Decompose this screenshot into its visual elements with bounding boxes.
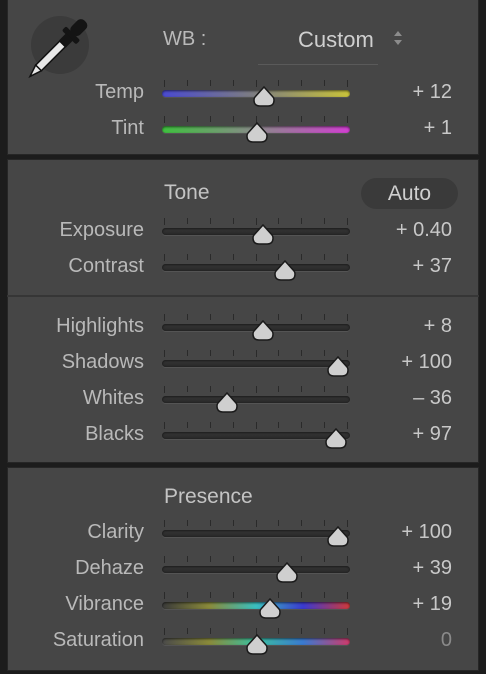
contrast-value[interactable]: + 37 xyxy=(342,255,452,278)
contrast-slider[interactable] xyxy=(162,254,350,281)
whites-value[interactable]: – 36 xyxy=(342,387,452,410)
wb-select-underline xyxy=(258,64,378,65)
whites-track xyxy=(162,396,350,403)
blacks-slider[interactable] xyxy=(162,422,350,449)
blacks-label: Blacks xyxy=(85,423,144,445)
contrast-track xyxy=(162,264,350,271)
highlights-slider-thumb[interactable] xyxy=(251,319,274,341)
exposure-value[interactable]: + 0.40 xyxy=(342,219,452,242)
dehaze-slider-thumb[interactable] xyxy=(276,561,298,583)
vibrance-ticks xyxy=(164,592,348,599)
auto-tone-button[interactable]: Auto xyxy=(361,178,458,209)
temp-slider[interactable] xyxy=(162,80,350,107)
blacks-track xyxy=(162,432,350,439)
dehaze-track xyxy=(162,566,350,573)
shadows-value[interactable]: + 100 xyxy=(342,351,452,374)
tint-value[interactable]: + 1 xyxy=(342,117,452,140)
blacks-value[interactable]: + 97 xyxy=(342,423,452,446)
contrast-label: Contrast xyxy=(68,255,144,277)
clarity-slider[interactable] xyxy=(162,520,350,547)
vibrance-slider[interactable] xyxy=(162,592,350,619)
blacks-ticks xyxy=(164,422,348,429)
saturation-label: Saturation xyxy=(52,629,144,651)
select-arrows-icon xyxy=(394,31,402,45)
highlights-slider[interactable] xyxy=(162,314,350,341)
whites-slider-thumb[interactable] xyxy=(216,391,238,413)
vibrance-value[interactable]: + 19 xyxy=(342,593,452,616)
shadows-track xyxy=(162,360,350,367)
clarity-value[interactable]: + 100 xyxy=(342,521,452,544)
temp-label: Temp xyxy=(95,81,144,103)
contrast-ticks xyxy=(164,254,348,261)
vibrance-label: Vibrance xyxy=(65,593,144,615)
exposure-slider[interactable] xyxy=(162,218,350,245)
dehaze-ticks xyxy=(164,556,348,563)
clarity-track xyxy=(162,530,350,537)
saturation-slider[interactable] xyxy=(162,628,350,655)
clarity-ticks xyxy=(164,520,348,527)
wb-label: WB : xyxy=(163,28,207,50)
eyedropper-icon xyxy=(28,19,88,79)
clarity-label: Clarity xyxy=(87,521,144,543)
whites-label: Whites xyxy=(82,387,144,409)
saturation-value[interactable]: 0 xyxy=(342,629,452,652)
wb-preset-value: Custom xyxy=(298,27,374,52)
contrast-slider-thumb[interactable] xyxy=(274,259,296,281)
tint-slider-thumb[interactable] xyxy=(246,121,268,143)
shadows-ticks xyxy=(164,350,348,357)
tone-title: Tone xyxy=(164,181,210,204)
highlights-value[interactable]: + 8 xyxy=(342,315,452,338)
shadows-slider[interactable] xyxy=(162,350,350,377)
dehaze-label: Dehaze xyxy=(75,557,144,579)
vibrance-track xyxy=(162,602,350,609)
dehaze-value[interactable]: + 39 xyxy=(342,557,452,580)
highlights-label: Highlights xyxy=(56,315,144,337)
shadows-label: Shadows xyxy=(61,351,144,373)
tint-slider[interactable] xyxy=(162,116,350,143)
whites-ticks xyxy=(164,386,348,393)
whites-slider[interactable] xyxy=(162,386,350,413)
tint-label: Tint xyxy=(111,117,144,139)
tone-divider xyxy=(7,295,479,297)
vibrance-slider-thumb[interactable] xyxy=(259,597,281,619)
temp-slider-thumb[interactable] xyxy=(252,85,275,107)
presence-title: Presence xyxy=(164,485,253,508)
exposure-slider-thumb[interactable] xyxy=(251,223,274,245)
temp-value[interactable]: + 12 xyxy=(342,81,452,104)
exposure-label: Exposure xyxy=(59,219,145,241)
dehaze-slider[interactable] xyxy=(162,556,350,583)
develop-panel: WB : Custom Tone Auto Presence Temp + 12 T… xyxy=(0,0,486,674)
saturation-slider-thumb[interactable] xyxy=(246,633,268,655)
wb-preset-select[interactable]: Custom xyxy=(290,24,412,54)
wb-eyedropper-button[interactable] xyxy=(25,12,93,80)
